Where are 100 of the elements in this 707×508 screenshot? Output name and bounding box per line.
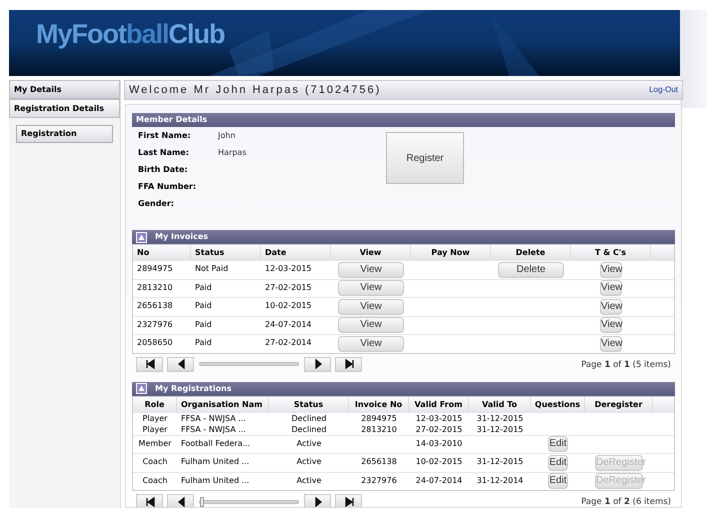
table-cell: 14-03-2010 (416, 438, 462, 450)
table-cell: 27-02-2015 (416, 424, 462, 436)
last-page-button[interactable] (335, 356, 362, 372)
table-cell: Coach (142, 474, 168, 486)
field-value: John (218, 130, 236, 142)
page-slider[interactable] (199, 362, 299, 366)
table-cell: 12-03-2015 (416, 412, 462, 424)
column-header[interactable]: View (360, 246, 382, 258)
field-label: FFA Number: (137, 180, 198, 192)
table-cell: Paid (195, 318, 212, 330)
table-cell: Not Paid (195, 263, 228, 275)
logo: MyFootballClub (36, 18, 224, 51)
next-page-button[interactable] (304, 494, 331, 508)
view-button[interactable]: View (338, 280, 404, 296)
table-cell: FFSA - NWJSA ... (181, 412, 246, 424)
last-page-button[interactable] (335, 494, 362, 508)
column-header[interactable]: Deregister (594, 398, 642, 410)
table-cell: 27-02-2015 (265, 282, 312, 294)
view-button[interactable]: View (600, 298, 622, 315)
table-cell: 31-12-2015 (476, 412, 524, 424)
column-header[interactable]: Pay Now (431, 246, 470, 258)
view-button[interactable]: View (600, 280, 622, 296)
view-button[interactable]: Edit (548, 454, 568, 471)
view-button[interactable]: View (338, 298, 404, 315)
table-cell: Declined (292, 412, 326, 424)
sidebar-item[interactable]: My Details (9, 80, 120, 99)
table-cell: 2813210 (137, 282, 173, 294)
table-cell: Player (142, 424, 168, 436)
table-cell: 2058650 (137, 337, 173, 349)
table-cell: 24-07-2014 (265, 318, 312, 330)
logout-link[interactable]: Log-Out (649, 84, 678, 96)
section-title: My Invoices (155, 231, 208, 243)
column-header[interactable]: Valid To (482, 398, 518, 410)
column-header[interactable]: T & C's (594, 246, 626, 258)
column-header[interactable]: Invoice No (354, 398, 402, 410)
table-cell: Active (296, 456, 322, 468)
table-cell: Fulham United ... (181, 456, 250, 468)
previous-page-button[interactable] (167, 356, 194, 372)
section-title: Member Details (136, 114, 208, 126)
column-header[interactable]: Date (265, 246, 286, 258)
column-header[interactable]: Status (195, 246, 224, 258)
view-button[interactable]: View (600, 317, 622, 334)
collapse-icon[interactable] (136, 232, 147, 242)
field-label: Last Name: (137, 146, 190, 158)
table-cell: Player (142, 412, 168, 424)
view-button[interactable]: View (338, 336, 404, 352)
table-cell: 12-03-2015 (265, 263, 312, 275)
table-cell: FFSA - NWJSA ... (181, 424, 246, 436)
table-cell: 31-12-2014 (476, 474, 524, 486)
table-cell: Paid (195, 337, 212, 349)
table-cell: Active (296, 438, 322, 450)
page-info: Page 1 of 1 (5 items) (581, 358, 671, 372)
view-button[interactable]: Edit (548, 473, 568, 490)
collapse-icon[interactable] (136, 383, 147, 394)
view-button[interactable]: View (338, 317, 404, 334)
view-button[interactable]: Delete (498, 262, 564, 278)
table-cell: 31-12-2015 (476, 456, 524, 468)
column-header[interactable]: Status (294, 398, 324, 410)
banner-shape (229, 30, 274, 76)
table-cell: Active (296, 474, 322, 486)
table-cell: Football Federa... (181, 438, 250, 450)
table-cell: 10-02-2015 (265, 300, 312, 312)
sidebar-subitem[interactable]: Registration (16, 125, 113, 143)
table-cell: 2813210 (361, 424, 397, 436)
field-label: First Name: (137, 130, 192, 142)
first-page-button[interactable] (136, 356, 163, 372)
register-button[interactable]: Register (386, 132, 464, 184)
welcome-title: Welcome Mr John Harpas (71024756) (129, 82, 382, 98)
previous-page-button[interactable] (167, 494, 194, 508)
field-label: Birth Date: (137, 164, 189, 176)
column-header[interactable]: No (137, 246, 150, 258)
page-info: Page 1 of 2 (6 items) (581, 496, 671, 508)
table-cell: 2894975 (361, 412, 397, 424)
table-cell: 2894975 (137, 263, 173, 275)
table-cell: Paid (195, 300, 212, 312)
table-cell: 2327976 (361, 474, 397, 486)
view-button[interactable]: View (600, 262, 622, 278)
column-header[interactable]: Questions (534, 398, 580, 410)
table-cell: 31-12-2015 (476, 424, 524, 436)
table-cell: Declined (292, 424, 326, 436)
view-button[interactable]: Edit (548, 436, 568, 452)
field-label: Gender: (137, 198, 175, 210)
column-header[interactable]: Delete (516, 246, 546, 258)
column-header[interactable]: Role (144, 398, 164, 410)
view-button[interactable]: View (338, 262, 404, 278)
table-cell: Coach (142, 456, 168, 468)
table-cell: 27-02-2014 (265, 337, 312, 349)
first-page-button[interactable] (136, 494, 163, 508)
next-page-button[interactable] (304, 356, 331, 372)
table-cell: 2327976 (137, 318, 173, 330)
field-value: Harpas (218, 146, 246, 158)
column-header[interactable]: Valid From (414, 398, 462, 410)
table-cell: 24-07-2014 (416, 474, 462, 486)
table-cell: 10-02-2015 (416, 456, 462, 468)
table-cell: Paid (195, 282, 212, 294)
view-button[interactable]: View (600, 336, 622, 352)
table-cell: Fulham United ... (181, 474, 250, 486)
sidebar-item[interactable]: Registration Details (9, 99, 120, 118)
column-header[interactable]: Organisation Nam (181, 398, 262, 410)
section-title: My Registrations (155, 382, 232, 394)
